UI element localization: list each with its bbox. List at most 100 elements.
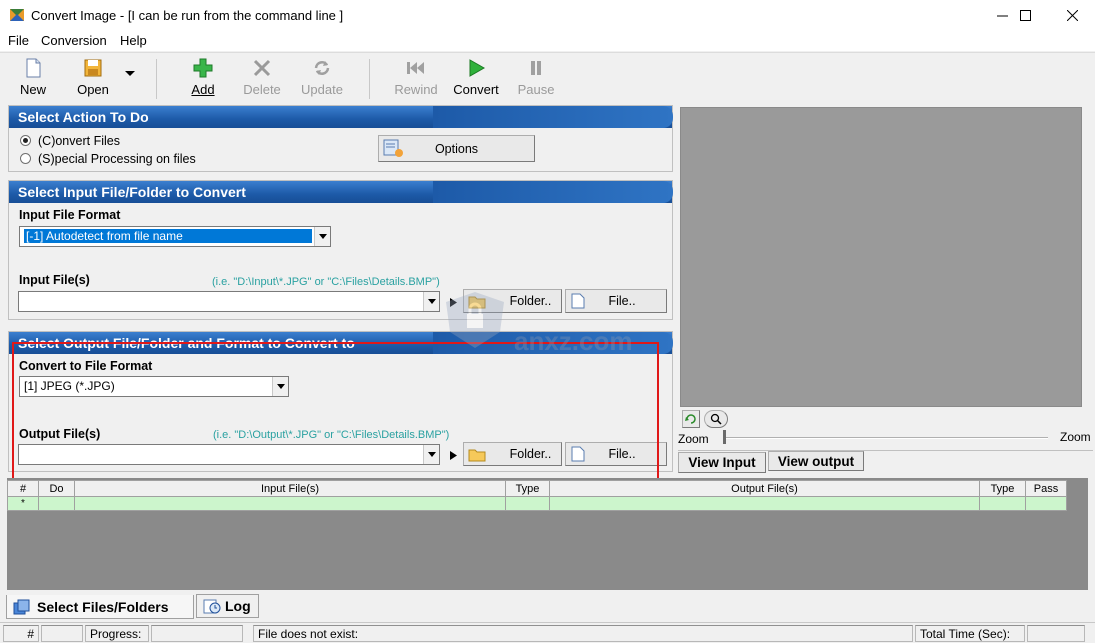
rewind-label: Rewind <box>394 82 438 97</box>
tab-log[interactable]: Log <box>196 594 259 618</box>
menu-file[interactable]: File <box>8 33 29 48</box>
open-dropdown-arrow[interactable] <box>125 71 135 76</box>
table-cell[interactable] <box>1025 496 1067 511</box>
image-preview <box>680 107 1082 407</box>
tab-select-files-label: Select Files/Folders <box>37 598 169 615</box>
status-bar: # Progress: File does not exist: Total T… <box>0 622 1095 643</box>
column-header-input-type[interactable]: Type <box>505 480 550 497</box>
status-progress-label: Progress: <box>85 625 149 642</box>
column-header-output-files[interactable]: Output File(s) <box>549 480 980 497</box>
options-icon <box>383 139 403 157</box>
tab-select-files[interactable]: Select Files/Folders <box>6 595 194 619</box>
status-index: # <box>3 625 39 642</box>
delete-label: Delete <box>243 82 281 97</box>
play-icon <box>469 59 486 77</box>
status-message: File does not exist: <box>253 625 913 642</box>
convert-button[interactable]: Convert <box>446 57 506 97</box>
add-button[interactable]: Add <box>173 57 233 97</box>
file-table: # Do Input File(s) Type Output File(s) T… <box>7 480 1067 511</box>
tab-log-label: Log <box>225 598 251 614</box>
close-icon <box>1066 10 1078 21</box>
table-cell[interactable] <box>74 496 506 511</box>
column-header-pass[interactable]: Pass <box>1025 480 1067 497</box>
magnifier-icon <box>710 413 722 425</box>
special-processing-label: (S)pecial Processing on files <box>38 152 196 166</box>
input-format-value: [-1] Autodetect from file name <box>24 229 312 243</box>
rewind-button[interactable]: Rewind <box>386 57 446 97</box>
menu-conversion[interactable]: Conversion <box>41 33 107 48</box>
status-total-time-value <box>1027 625 1085 642</box>
watermark-text: anxz.com <box>514 326 633 356</box>
shield-icon <box>446 292 504 348</box>
zoom-button[interactable] <box>704 410 728 428</box>
file-grid: # Do Input File(s) Type Output File(s) T… <box>7 478 1088 590</box>
table-cell[interactable] <box>549 496 980 511</box>
window-title: Convert Image - [I can be run from the c… <box>31 8 344 23</box>
status-total-time-label: Total Time (Sec): <box>915 625 1025 642</box>
special-processing-radio[interactable]: (S)pecial Processing on files <box>20 152 196 166</box>
maximize-button[interactable] <box>1002 0 1048 31</box>
zoom-slider-thumb[interactable] <box>723 430 726 444</box>
new-button[interactable]: New <box>3 57 63 97</box>
convert-files-label: (C)onvert Files <box>38 134 120 148</box>
column-header-input-files[interactable]: Input File(s) <box>74 480 506 497</box>
input-format-select[interactable]: [-1] Autodetect from file name <box>19 226 331 247</box>
delete-x-icon <box>253 59 271 77</box>
zoom-label-left: Zoom <box>678 432 709 446</box>
open-label: Open <box>77 82 109 97</box>
options-button[interactable]: Options <box>378 135 535 162</box>
input-files-label: Input File(s) <box>19 273 90 287</box>
update-button[interactable]: Update <box>292 57 352 97</box>
column-header-output-type[interactable]: Type <box>979 480 1026 497</box>
status-count <box>41 625 83 642</box>
chevron-down-icon <box>423 292 439 311</box>
pause-label: Pause <box>517 82 555 97</box>
preview-divider <box>678 450 1093 451</box>
title-bar: Convert Image - [I can be run from the c… <box>0 0 1095 31</box>
pause-button[interactable]: Pause <box>506 57 566 97</box>
input-hint: (i.e. "D:\Input\*.JPG" or "C:\Files\Deta… <box>212 276 440 288</box>
toolbar: New Open Add Delete Update Rewind Conver… <box>0 52 1095 102</box>
refresh-icon <box>314 61 330 75</box>
bottom-tabs: Select Files/Folders Log <box>0 594 1095 620</box>
view-output-tab[interactable]: View output <box>768 451 864 471</box>
zoom-slider-track[interactable] <box>724 437 1048 439</box>
open-button[interactable]: Open <box>63 57 123 97</box>
convert-files-radio[interactable]: (C)onvert Files <box>20 134 120 148</box>
app-icon <box>10 9 24 21</box>
menu-help[interactable]: Help <box>120 33 147 48</box>
status-progress-bar <box>151 625 243 642</box>
table-cell[interactable] <box>505 496 550 511</box>
toolbar-separator <box>369 59 370 99</box>
column-header-index[interactable]: # <box>7 480 39 497</box>
table-cell[interactable] <box>38 496 75 511</box>
radio-checked-icon <box>20 135 31 146</box>
rewind-icon <box>407 62 424 74</box>
toolbar-separator <box>156 59 157 99</box>
action-panel: Select Action To Do (C)onvert Files (S)p… <box>8 105 673 172</box>
view-input-tab[interactable]: View Input <box>678 452 766 473</box>
input-format-label: Input File Format <box>19 208 121 222</box>
menu-bar: File Conversion Help <box>0 31 1095 51</box>
new-document-icon <box>26 58 41 78</box>
column-header-do[interactable]: Do <box>38 480 75 497</box>
plus-icon <box>193 58 213 78</box>
maximize-icon <box>1019 10 1031 21</box>
table-row[interactable]: * <box>7 496 1067 511</box>
delete-button[interactable]: Delete <box>232 57 292 97</box>
action-header: Select Action To Do <box>9 106 673 128</box>
close-button[interactable] <box>1049 0 1095 31</box>
convert-label: Convert <box>453 82 499 97</box>
new-label: New <box>19 82 46 97</box>
add-label: Add <box>191 82 215 97</box>
pause-icon <box>531 61 541 75</box>
input-header: Select Input File/Folder to Convert <box>9 181 673 203</box>
zoom-label-right: Zoom <box>1060 430 1091 444</box>
rotate-button[interactable] <box>682 410 700 428</box>
options-label: Options <box>434 141 479 156</box>
table-cell[interactable] <box>979 496 1026 511</box>
chevron-down-icon <box>314 227 330 246</box>
files-icon <box>13 599 30 614</box>
highlight-box <box>12 342 659 483</box>
input-files-field[interactable] <box>18 291 440 312</box>
